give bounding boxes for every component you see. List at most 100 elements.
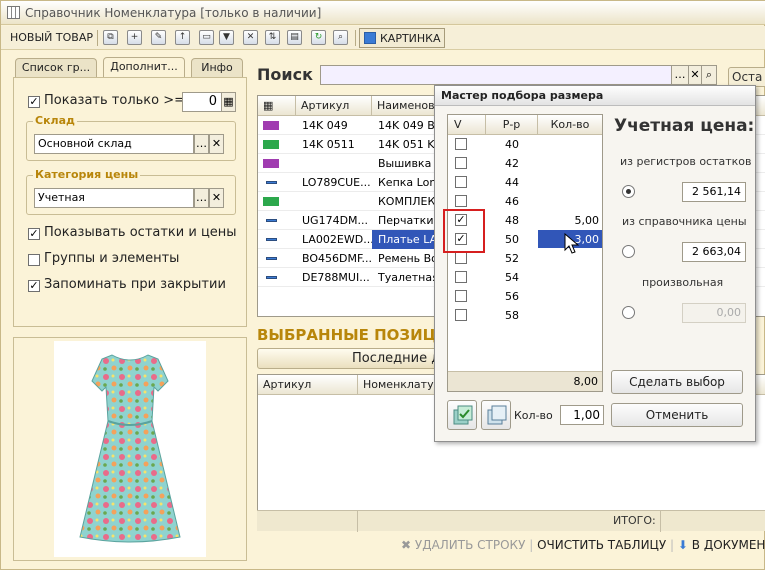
- select-all-button[interactable]: [447, 400, 477, 430]
- last-documents-button[interactable]: Последние д: [257, 348, 439, 369]
- refresh-icon[interactable]: ↻: [311, 30, 326, 45]
- show-only-label: Показать только >=: [44, 93, 186, 108]
- from-stock-radio[interactable]: [622, 185, 635, 198]
- row-marker: [258, 154, 296, 173]
- print-icon[interactable]: ▤: [287, 30, 302, 45]
- price-category-field[interactable]: Учетная: [34, 188, 194, 208]
- size-checkbox[interactable]: [455, 195, 467, 207]
- from-price-value[interactable]: 2 663,04: [682, 242, 746, 262]
- item-icon: [266, 238, 277, 241]
- folder-icon[interactable]: ▭: [199, 30, 214, 45]
- size-checkbox[interactable]: [455, 309, 467, 321]
- select-ellipsis-icon[interactable]: …: [194, 188, 209, 208]
- make-choice-button[interactable]: Сделать выбор: [611, 370, 743, 394]
- warehouse-group-title: Склад: [33, 114, 77, 127]
- column-header-v: V: [448, 115, 486, 135]
- size-row[interactable]: 58: [448, 306, 604, 325]
- cancel-button[interactable]: Отменить: [611, 403, 743, 427]
- size-checkbox[interactable]: [455, 252, 467, 264]
- tab-info[interactable]: Инфо: [191, 58, 243, 78]
- search-ellipsis-icon[interactable]: …: [671, 65, 689, 85]
- move-icon[interactable]: ↑: [175, 30, 190, 45]
- size-checkbox[interactable]: [455, 157, 467, 169]
- warehouse-group: Склад Основной склад … ✕: [26, 114, 236, 161]
- size-qty[interactable]: [538, 287, 602, 305]
- size-qty[interactable]: [538, 268, 602, 286]
- warehouse-field[interactable]: Основной склад: [34, 134, 194, 154]
- qty-input[interactable]: 1,00: [560, 405, 604, 425]
- picture-icon: [364, 32, 376, 44]
- size-checkbox[interactable]: [455, 176, 467, 188]
- groups-elements-label: Группы и элементы: [44, 251, 180, 266]
- search-icon[interactable]: ⌕: [701, 65, 717, 85]
- column-header-size: Р-р: [486, 115, 538, 135]
- select-ellipsis-icon[interactable]: …: [194, 134, 209, 154]
- size-picker-dialog: Мастер подбора размера V Р-р Кол-во 40 42…: [434, 85, 756, 442]
- size-value: 48: [505, 214, 519, 227]
- arbitrary-radio[interactable]: [622, 306, 635, 319]
- search-input[interactable]: [320, 65, 672, 85]
- size-qty[interactable]: [538, 154, 602, 172]
- deselect-all-button[interactable]: [481, 400, 511, 430]
- window-title: Справочник Номенклатура [только в наличи…: [25, 6, 322, 20]
- from-price-radio[interactable]: [622, 245, 635, 258]
- calculator-icon[interactable]: ▦: [221, 92, 236, 112]
- arbitrary-value[interactable]: 0,00: [682, 303, 746, 323]
- catalog-icon: [7, 6, 20, 19]
- size-qty[interactable]: [538, 135, 602, 153]
- title-bar: Справочник Номенклатура [только в наличи…: [1, 1, 765, 25]
- divider: |: [670, 538, 678, 552]
- item-icon: [266, 219, 277, 222]
- dialog-title: Мастер подбора размера: [435, 86, 755, 106]
- size-qty[interactable]: 5,00: [538, 211, 602, 229]
- size-row[interactable]: 44: [448, 173, 604, 192]
- clear-icon[interactable]: ✕: [209, 188, 224, 208]
- size-qty[interactable]: [538, 192, 602, 210]
- new-item-button[interactable]: НОВЫЙ ТОВАР: [7, 28, 96, 48]
- footer-actions: ✖ УДАЛИТЬ СТРОКУ | ОЧИСТИТЬ ТАБЛИЦУ | ⬇ …: [401, 538, 765, 552]
- edit-icon[interactable]: ✎: [151, 30, 166, 45]
- price-category-title: Категория цены: [33, 168, 141, 181]
- size-row[interactable]: 40: [448, 135, 604, 154]
- sort-icon[interactable]: ⇅: [265, 30, 280, 45]
- add-group-icon[interactable]: +: [127, 30, 142, 45]
- size-value: 44: [505, 176, 519, 189]
- filter-icon[interactable]: ▼: [219, 30, 234, 45]
- show-only-input[interactable]: 0: [182, 92, 222, 112]
- groups-elements-checkbox[interactable]: [28, 254, 40, 266]
- remember-checkbox[interactable]: ✓: [28, 280, 40, 292]
- size-qty[interactable]: [538, 173, 602, 191]
- cell-article: UG174DM...: [302, 214, 369, 227]
- stock-button[interactable]: Оста: [728, 67, 765, 87]
- copy-icon[interactable]: ⧉: [103, 30, 118, 45]
- tab-additional[interactable]: Дополнит...: [103, 57, 185, 79]
- cell-name: КОМПЛЕКТ: [378, 195, 442, 208]
- search-clear-icon[interactable]: ✕: [688, 65, 702, 85]
- picture-button[interactable]: КАРТИНКА: [359, 28, 445, 48]
- size-qty[interactable]: [538, 306, 602, 324]
- from-stock-value[interactable]: 2 561,14: [682, 182, 746, 202]
- size-row[interactable]: 42: [448, 154, 604, 173]
- size-value: 42: [505, 157, 519, 170]
- size-row[interactable]: 56: [448, 287, 604, 306]
- show-only-checkbox[interactable]: ✓: [28, 96, 40, 108]
- tab-groups[interactable]: Список гр...: [15, 58, 97, 78]
- divider: [357, 511, 358, 532]
- column-header-article[interactable]: Артикул: [296, 96, 372, 116]
- clear-table-button[interactable]: ОЧИСТИТЬ ТАБЛИЦУ: [537, 538, 666, 552]
- selected-positions-title: ВЫБРАННЫЕ ПОЗИЦИИ: [257, 326, 462, 344]
- column-header-article[interactable]: Артикул: [258, 375, 358, 395]
- row-marker: [258, 249, 296, 268]
- cell-name: Кепка Lons: [378, 176, 442, 189]
- size-checkbox[interactable]: [455, 290, 467, 302]
- size-checkbox[interactable]: [455, 138, 467, 150]
- delete-row-button[interactable]: УДАЛИТЬ СТРОКУ: [415, 538, 526, 552]
- show-stock-checkbox[interactable]: ✓: [28, 228, 40, 240]
- find-icon[interactable]: ⌕: [333, 30, 348, 45]
- size-row[interactable]: 54: [448, 268, 604, 287]
- clear-icon[interactable]: ✕: [209, 134, 224, 154]
- to-document-button[interactable]: В ДОКУМЕНТ: [692, 538, 765, 552]
- filter-clear-icon[interactable]: ✕: [243, 30, 258, 45]
- picture-button-label: КАРТИНКА: [380, 32, 441, 45]
- size-checkbox[interactable]: [455, 271, 467, 283]
